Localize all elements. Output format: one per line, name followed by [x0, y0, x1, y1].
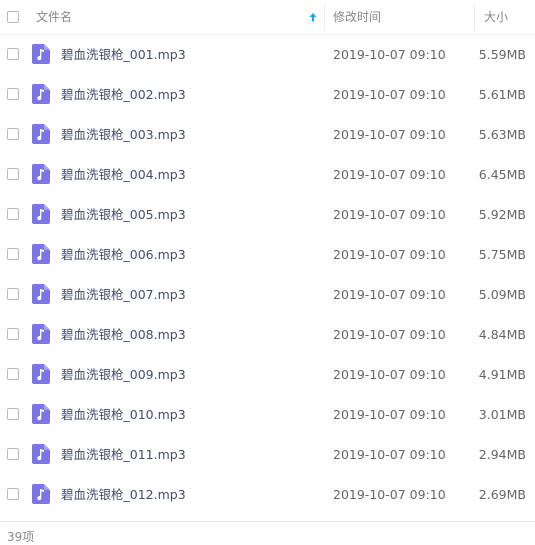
- file-row[interactable]: 碧血洗银枪_008.mp3 2019-10-07 09:10 4.84MB: [0, 315, 535, 355]
- select-all-checkbox[interactable]: [7, 11, 19, 23]
- file-name[interactable]: 碧血洗银枪_007.mp3: [61, 275, 186, 315]
- file-name[interactable]: 碧血洗银枪_006.mp3: [61, 235, 186, 275]
- file-row[interactable]: 碧血洗银枪_003.mp3 2019-10-07 09:10 5.63MB: [0, 115, 535, 155]
- music-file-icon: [32, 84, 50, 104]
- file-size: 4.91MB: [478, 367, 526, 382]
- file-row[interactable]: 碧血洗银枪_006.mp3 2019-10-07 09:10 5.75MB: [0, 235, 535, 275]
- file-name[interactable]: 碧血洗银枪_001.mp3: [61, 35, 186, 75]
- music-file-icon: [32, 44, 50, 64]
- row-checkbox[interactable]: [7, 448, 19, 460]
- file-row[interactable]: 碧血洗银枪_011.mp3 2019-10-07 09:10 2.94MB: [0, 435, 535, 475]
- music-file-icon: [32, 324, 50, 344]
- column-header-modified[interactable]: 修改时间: [333, 0, 381, 35]
- file-size: 5.75MB: [478, 247, 526, 262]
- music-file-icon: [32, 404, 50, 424]
- file-row[interactable]: 碧血洗银枪_007.mp3 2019-10-07 09:10 5.09MB: [0, 275, 535, 315]
- file-size: 6.45MB: [478, 167, 526, 182]
- file-modified-time: 2019-10-07 09:10: [333, 47, 446, 62]
- file-row[interactable]: 碧血洗银枪_002.mp3 2019-10-07 09:10 5.61MB: [0, 75, 535, 115]
- file-name[interactable]: 碧血洗银枪_003.mp3: [61, 115, 186, 155]
- file-list-header: 文件名 修改时间 大小: [0, 0, 535, 35]
- file-row[interactable]: 碧血洗银枪_012.mp3 2019-10-07 09:10 2.69MB: [0, 475, 535, 515]
- row-checkbox[interactable]: [7, 248, 19, 260]
- file-size: 5.61MB: [478, 87, 526, 102]
- file-modified-time: 2019-10-07 09:10: [333, 247, 446, 262]
- file-modified-time: 2019-10-07 09:10: [333, 167, 446, 182]
- music-file-icon: [32, 244, 50, 264]
- row-checkbox[interactable]: [7, 368, 19, 380]
- file-modified-time: 2019-10-07 09:10: [333, 447, 446, 462]
- row-checkbox[interactable]: [7, 208, 19, 220]
- file-name[interactable]: 碧血洗银枪_010.mp3: [61, 395, 186, 435]
- file-size: 5.63MB: [478, 127, 526, 142]
- file-modified-time: 2019-10-07 09:10: [333, 327, 446, 342]
- file-size: 2.69MB: [478, 487, 526, 502]
- file-row[interactable]: 碧血洗银枪_004.mp3 2019-10-07 09:10 6.45MB: [0, 155, 535, 195]
- column-divider[interactable]: [324, 4, 325, 31]
- row-checkbox[interactable]: [7, 328, 19, 340]
- music-file-icon: [32, 124, 50, 144]
- file-modified-time: 2019-10-07 09:10: [333, 287, 446, 302]
- sort-ascending-icon[interactable]: [307, 11, 319, 23]
- file-list: 碧血洗银枪_001.mp3 2019-10-07 09:10 5.59MB 碧血…: [0, 35, 535, 515]
- file-size: 2.94MB: [478, 447, 526, 462]
- file-size: 5.09MB: [478, 287, 526, 302]
- music-file-icon: [32, 444, 50, 464]
- file-name[interactable]: 碧血洗银枪_004.mp3: [61, 155, 186, 195]
- column-header-size[interactable]: 大小: [484, 0, 508, 35]
- file-modified-time: 2019-10-07 09:10: [333, 207, 446, 222]
- file-modified-time: 2019-10-07 09:10: [333, 87, 446, 102]
- column-header-name[interactable]: 文件名: [36, 0, 72, 35]
- file-size: 3.01MB: [478, 407, 526, 422]
- music-file-icon: [32, 164, 50, 184]
- row-checkbox[interactable]: [7, 88, 19, 100]
- row-checkbox[interactable]: [7, 128, 19, 140]
- file-name[interactable]: 碧血洗银枪_002.mp3: [61, 75, 186, 115]
- file-size: 4.84MB: [478, 327, 526, 342]
- music-file-icon: [32, 364, 50, 384]
- file-name[interactable]: 碧血洗银枪_005.mp3: [61, 195, 186, 235]
- music-file-icon: [32, 204, 50, 224]
- file-size: 5.92MB: [478, 207, 526, 222]
- file-row[interactable]: 碧血洗银枪_010.mp3 2019-10-07 09:10 3.01MB: [0, 395, 535, 435]
- music-file-icon: [32, 284, 50, 304]
- file-name[interactable]: 碧血洗银枪_011.mp3: [61, 435, 186, 475]
- file-size: 5.59MB: [478, 47, 526, 62]
- row-checkbox[interactable]: [7, 488, 19, 500]
- file-name[interactable]: 碧血洗银枪_012.mp3: [61, 475, 186, 515]
- file-name[interactable]: 碧血洗银枪_009.mp3: [61, 355, 186, 395]
- music-file-icon: [32, 484, 50, 504]
- item-count: 39项: [7, 530, 35, 544]
- row-checkbox[interactable]: [7, 408, 19, 420]
- row-checkbox[interactable]: [7, 168, 19, 180]
- file-row[interactable]: 碧血洗银枪_001.mp3 2019-10-07 09:10 5.59MB: [0, 35, 535, 75]
- file-modified-time: 2019-10-07 09:10: [333, 487, 446, 502]
- column-divider[interactable]: [474, 4, 475, 31]
- row-checkbox[interactable]: [7, 48, 19, 60]
- row-checkbox[interactable]: [7, 288, 19, 300]
- file-row[interactable]: 碧血洗银枪_005.mp3 2019-10-07 09:10 5.92MB: [0, 195, 535, 235]
- file-modified-time: 2019-10-07 09:10: [333, 127, 446, 142]
- file-modified-time: 2019-10-07 09:10: [333, 367, 446, 382]
- file-row[interactable]: 碧血洗银枪_009.mp3 2019-10-07 09:10 4.91MB: [0, 355, 535, 395]
- file-modified-time: 2019-10-07 09:10: [333, 407, 446, 422]
- status-bar: 39项: [0, 521, 535, 545]
- file-name[interactable]: 碧血洗银枪_008.mp3: [61, 315, 186, 355]
